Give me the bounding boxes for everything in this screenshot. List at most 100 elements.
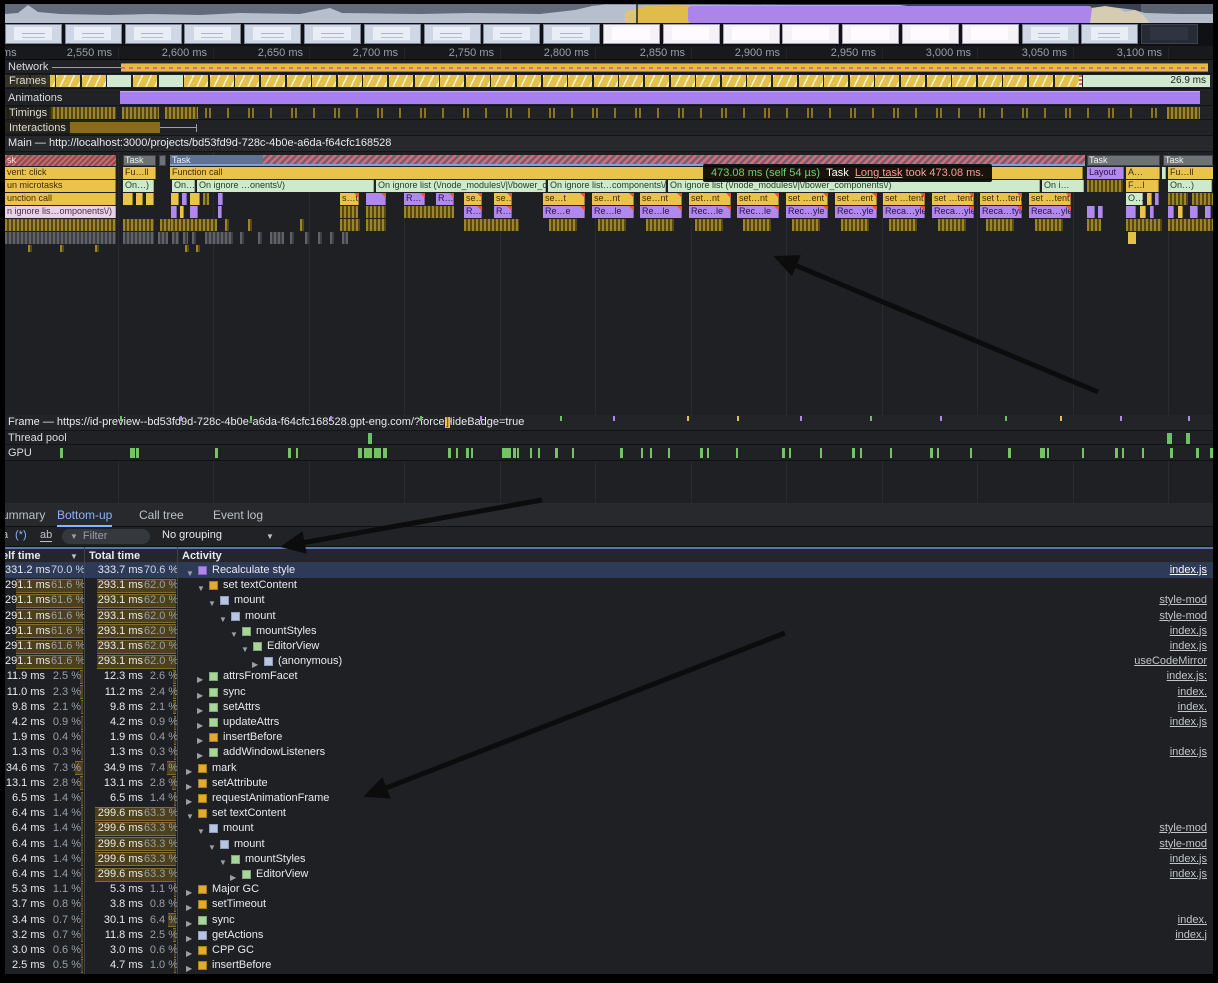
total-time-percent: 62.0 %	[144, 624, 178, 639]
expand-arrow-icon[interactable]: ▶	[197, 703, 207, 713]
expand-arrow-icon[interactable]: ▶	[197, 718, 207, 728]
total-time-value: 299.6 ms	[93, 806, 143, 821]
source-link[interactable]: index.js	[1170, 745, 1207, 760]
grouping-caret-icon[interactable]: ▼	[266, 532, 274, 541]
collapse-arrow-icon[interactable]: ▼	[230, 627, 240, 637]
long-task-link[interactable]: Long task	[855, 167, 903, 179]
collapse-arrow-icon[interactable]: ▼	[219, 612, 229, 622]
col-total-time[interactable]: Total time	[89, 549, 140, 563]
expand-arrow-icon[interactable]: ▶	[197, 748, 207, 758]
table-row[interactable]: 331.2 ms70.0 %333.7 ms70.6 %▼Recalculate…	[5, 563, 1213, 578]
source-link[interactable]: index.js	[1170, 639, 1207, 654]
regex-icon[interactable]: (*)	[15, 529, 27, 541]
table-row[interactable]: 3.7 ms0.8 %3.8 ms0.8 %▶setTimeout	[5, 897, 1213, 912]
collapse-arrow-icon[interactable]: ▼	[186, 809, 196, 819]
expand-arrow-icon[interactable]: ▶	[230, 870, 240, 880]
total-time-value: 11.2 ms	[93, 685, 143, 700]
table-row[interactable]: 4.2 ms0.9 %4.2 ms0.9 %▶updateAttrsindex.…	[5, 715, 1213, 730]
table-row[interactable]: 2.5 ms0.5 %4.7 ms1.0 %▶insertBefore	[5, 958, 1213, 973]
grouping-select[interactable]: No grouping	[162, 529, 222, 541]
expand-arrow-icon[interactable]: ▶	[186, 764, 196, 774]
source-link[interactable]: style-mod	[1159, 821, 1207, 836]
table-row[interactable]: 13.1 ms2.8 %13.1 ms2.8 %▶setAttribute	[5, 776, 1213, 791]
self-time-percent: 1.4 %	[51, 821, 81, 836]
self-time-percent: 1.4 %	[51, 791, 81, 806]
expand-arrow-icon[interactable]: ▶	[186, 916, 196, 926]
table-row[interactable]: 291.1 ms61.6 %293.1 ms62.0 %▶(anonymous)…	[5, 654, 1213, 669]
whole-word-icon[interactable]: ab	[40, 529, 52, 542]
self-time-value: 6.4 ms	[5, 821, 45, 836]
expand-arrow-icon[interactable]: ▶	[186, 900, 196, 910]
table-row[interactable]: 1.9 ms0.4 %1.9 ms0.4 %▶insertBefore	[5, 730, 1213, 745]
collapse-arrow-icon[interactable]: ▼	[208, 596, 218, 606]
source-link[interactable]: useCodeMirror	[1134, 654, 1207, 669]
table-row[interactable]: 1.3 ms0.3 %1.3 ms0.3 %▶addWindowListener…	[5, 745, 1213, 760]
table-row[interactable]: 6.5 ms1.4 %6.5 ms1.4 %▶requestAnimationF…	[5, 791, 1213, 806]
table-row[interactable]: 3.4 ms0.7 %30.1 ms6.4 %▶syncindex.	[5, 913, 1213, 928]
filter-input[interactable]: ▼Filter	[62, 529, 150, 544]
col-self-time[interactable]: elf time	[5, 549, 41, 563]
table-row[interactable]: 6.4 ms1.4 %299.6 ms63.3 %▶EditorViewinde…	[5, 867, 1213, 882]
table-row[interactable]: 6.4 ms1.4 %299.6 ms63.3 %▼mountstyle-mod	[5, 837, 1213, 852]
table-row[interactable]: 291.1 ms61.6 %293.1 ms62.0 %▼set textCon…	[5, 578, 1213, 593]
source-link[interactable]: style-mod	[1159, 837, 1207, 852]
self-heat-bar	[81, 700, 83, 714]
tab-bottom-up[interactable]: Bottom-up	[57, 503, 112, 527]
source-link[interactable]: index.js	[1170, 624, 1207, 639]
table-row[interactable]: 291.1 ms61.6 %293.1 ms62.0 %▼mountstyle-…	[5, 593, 1213, 608]
expand-arrow-icon[interactable]: ▶	[186, 885, 196, 895]
table-row[interactable]: 291.1 ms61.6 %293.1 ms62.0 %▼mountstyle-…	[5, 609, 1213, 624]
table-row[interactable]: 11.0 ms2.3 %11.2 ms2.4 %▶syncindex.	[5, 685, 1213, 700]
self-time-value: 291.1 ms	[5, 624, 45, 639]
expand-arrow-icon[interactable]: ▶	[252, 657, 262, 667]
source-link[interactable]: index.	[1178, 700, 1207, 715]
expand-arrow-icon[interactable]: ▶	[197, 672, 207, 682]
col-activity[interactable]: Activity	[182, 549, 222, 563]
column-divider[interactable]	[177, 547, 178, 974]
table-row[interactable]: 5.3 ms1.1 %5.3 ms1.1 %▶Major GC	[5, 882, 1213, 897]
self-time-percent: 0.7 %	[51, 913, 81, 928]
collapse-arrow-icon[interactable]: ▼	[197, 824, 207, 834]
activity-label: Major GC	[212, 882, 259, 897]
source-link[interactable]: index.js	[1170, 867, 1207, 882]
tab-ummary[interactable]: ummary	[5, 503, 45, 527]
source-link[interactable]: style-mod	[1159, 593, 1207, 608]
expand-arrow-icon[interactable]: ▶	[186, 794, 196, 804]
source-link[interactable]: index.	[1178, 685, 1207, 700]
source-link[interactable]: index.js	[1170, 852, 1207, 867]
collapse-arrow-icon[interactable]: ▼	[186, 566, 196, 576]
tab-event-log[interactable]: Event log	[213, 503, 263, 527]
table-row[interactable]: 6.4 ms1.4 %299.6 ms63.3 %▼set textConten…	[5, 806, 1213, 821]
collapse-arrow-icon[interactable]: ▼	[219, 855, 229, 865]
source-link[interactable]: style-mod	[1159, 609, 1207, 624]
expand-arrow-icon[interactable]: ▶	[186, 931, 196, 941]
table-row[interactable]: 6.4 ms1.4 %299.6 ms63.3 %▼mountStylesind…	[5, 852, 1213, 867]
collapse-arrow-icon[interactable]: ▼	[197, 581, 207, 591]
source-link[interactable]: index.	[1178, 913, 1207, 928]
table-row[interactable]: 11.9 ms2.5 %12.3 ms2.6 %▶attrsFromFaceti…	[5, 669, 1213, 684]
match-case-icon[interactable]: a	[5, 529, 8, 541]
table-row[interactable]: 291.1 ms61.6 %293.1 ms62.0 %▼mountStyles…	[5, 624, 1213, 639]
source-link[interactable]: index.j	[1175, 928, 1207, 943]
source-link[interactable]: index.js	[1170, 563, 1207, 578]
expand-arrow-icon[interactable]: ▶	[186, 961, 196, 971]
expand-arrow-icon[interactable]: ▶	[197, 688, 207, 698]
expand-arrow-icon[interactable]: ▶	[186, 779, 196, 789]
table-row[interactable]: 9.8 ms2.1 %9.8 ms2.1 %▶setAttrsindex.	[5, 700, 1213, 715]
expand-arrow-icon[interactable]: ▶	[186, 946, 196, 956]
table-row[interactable]: 6.4 ms1.4 %299.6 ms63.3 %▼mountstyle-mod	[5, 821, 1213, 836]
self-heat-bar	[81, 731, 83, 745]
total-time-value: 333.7 ms	[93, 563, 143, 578]
table-row[interactable]: 291.1 ms61.6 %293.1 ms62.0 %▼EditorViewi…	[5, 639, 1213, 654]
self-time-percent: 1.4 %	[51, 867, 81, 882]
column-divider[interactable]	[84, 547, 85, 974]
collapse-arrow-icon[interactable]: ▼	[241, 642, 251, 652]
tab-call-tree[interactable]: Call tree	[139, 503, 184, 527]
collapse-arrow-icon[interactable]: ▼	[208, 840, 218, 850]
source-link[interactable]: index.js:	[1167, 669, 1207, 684]
table-row[interactable]: 34.6 ms7.3 %34.9 ms7.4 %▶mark	[5, 761, 1213, 776]
source-link[interactable]: index.js	[1170, 715, 1207, 730]
table-row[interactable]: 3.2 ms0.7 %11.8 ms2.5 %▶getActionsindex.…	[5, 928, 1213, 943]
expand-arrow-icon[interactable]: ▶	[197, 733, 207, 743]
table-row[interactable]: 3.0 ms0.6 %3.0 ms0.6 %▶CPP GC	[5, 943, 1213, 958]
